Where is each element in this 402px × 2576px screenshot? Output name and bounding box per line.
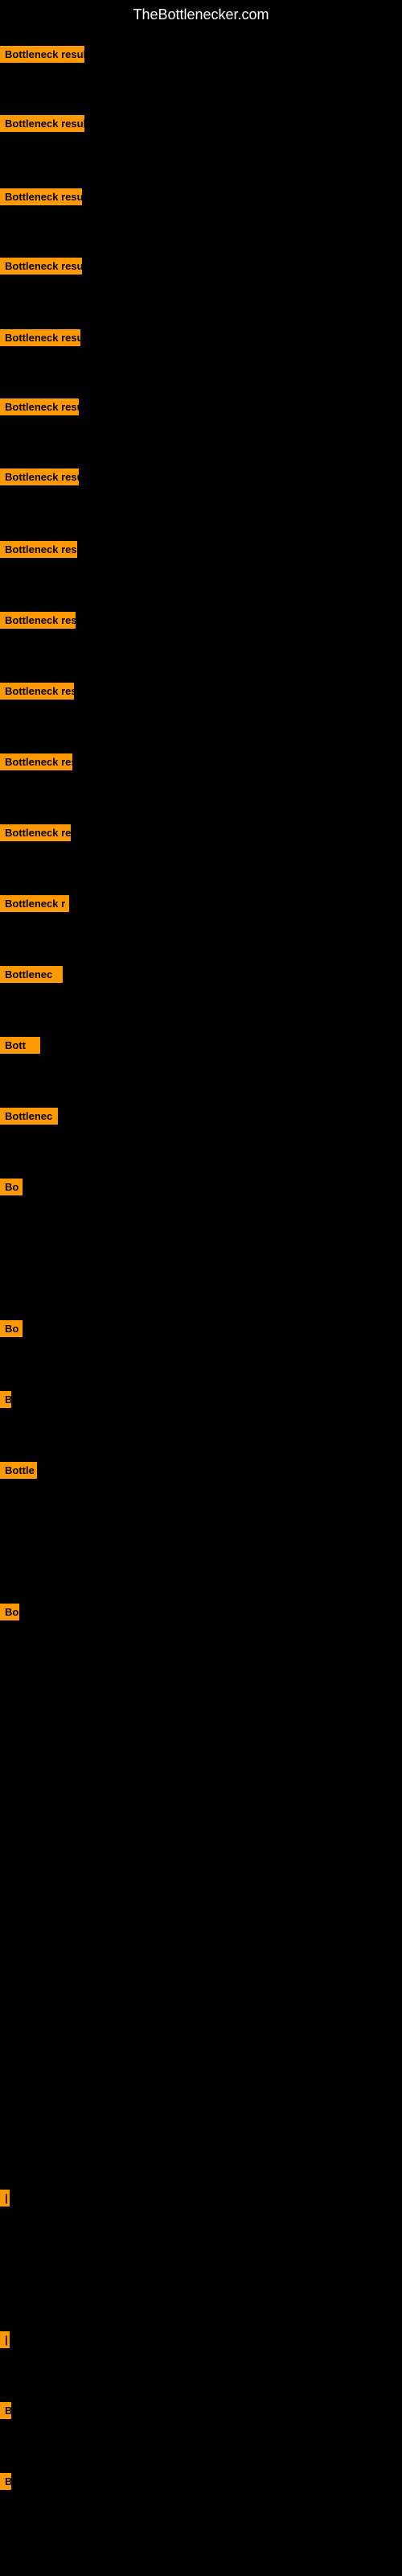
bottleneck-badge-0: Bottleneck result (0, 46, 84, 63)
bottleneck-badge-3: Bottleneck result (0, 258, 82, 275)
bottleneck-badge-1: Bottleneck result (0, 115, 84, 132)
bottleneck-badge-24: B (0, 2473, 11, 2490)
bottleneck-badge-9: Bottleneck resu (0, 683, 74, 700)
bottleneck-badge-21: | (0, 2190, 10, 2207)
bottleneck-badge-16: Bo (0, 1179, 23, 1195)
bottleneck-badge-15: Bottlenec (0, 1108, 58, 1125)
bottleneck-badge-14: Bott (0, 1037, 40, 1054)
bottleneck-badge-7: Bottleneck result (0, 541, 77, 558)
bottleneck-badge-4: Bottleneck result (0, 329, 80, 346)
bottleneck-badge-22: | (0, 2331, 10, 2348)
bottleneck-badge-11: Bottleneck re (0, 824, 71, 841)
bottleneck-badge-13: Bottlenec (0, 966, 63, 983)
bottleneck-badge-6: Bottleneck result (0, 469, 79, 485)
site-title: TheBottlenecker.com (0, 0, 402, 30)
bottleneck-badge-23: B (0, 2402, 11, 2419)
bottleneck-badge-20: Bo (0, 1604, 19, 1620)
bottleneck-badge-2: Bottleneck result (0, 188, 82, 205)
bottleneck-badge-8: Bottleneck resul (0, 612, 76, 629)
bottleneck-badge-19: Bottle (0, 1462, 37, 1479)
bottleneck-badge-12: Bottleneck r (0, 895, 69, 912)
bottleneck-badge-17: Bo (0, 1320, 23, 1337)
bottleneck-badge-5: Bottleneck resul (0, 398, 79, 415)
bottleneck-badge-18: B (0, 1391, 11, 1408)
bottleneck-badge-10: Bottleneck res (0, 753, 72, 770)
